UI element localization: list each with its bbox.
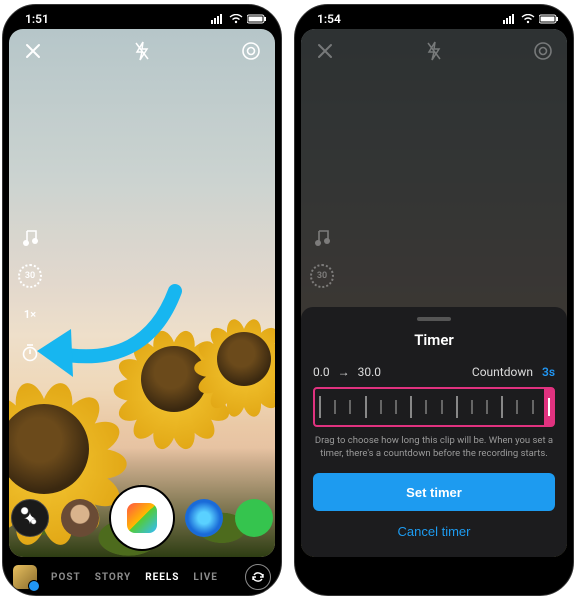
camera-viewport-dimmed: 30 1× Timer 0.0 → 30.0 Countdown 3s: [301, 29, 567, 557]
switch-camera-icon[interactable]: [245, 564, 271, 590]
speed-button[interactable]: 1×: [17, 301, 43, 327]
wifi-icon: [521, 14, 535, 24]
recent-story-avatar[interactable]: [61, 499, 99, 537]
flash-off-icon[interactable]: [128, 37, 156, 65]
reels-glyph-icon: [127, 503, 157, 533]
phone-timer-sheet: 1:54 30 1: [294, 4, 574, 596]
range-start: 0.0: [313, 365, 330, 379]
mode-nav: POST STORY REELS LIVE: [3, 559, 281, 595]
filter-chip-2[interactable]: [235, 499, 273, 537]
slider-hint: Drag to choose how long this clip will b…: [313, 435, 555, 461]
bottom-dock: ✦: [9, 487, 275, 549]
settings-icon: [529, 37, 557, 65]
audio-icon: [309, 225, 335, 251]
timer-sheet: Timer 0.0 → 30.0 Countdown 3s: [301, 307, 567, 557]
range-end: 30.0: [358, 365, 381, 379]
wifi-icon: [229, 14, 243, 24]
status-bar: 1:54: [295, 5, 573, 27]
duration-slider[interactable]: [313, 387, 555, 427]
effects-button[interactable]: ✦: [11, 499, 49, 537]
sunflower: [199, 314, 275, 404]
gallery-thumbnail[interactable]: [13, 565, 37, 589]
sheet-handle[interactable]: [417, 317, 451, 321]
clip-length-button: 30: [309, 263, 335, 289]
set-timer-button[interactable]: Set timer: [313, 473, 555, 511]
phone-reels-camera: 1:51: [2, 4, 282, 596]
signal-icon: [503, 14, 517, 24]
close-icon[interactable]: [19, 37, 47, 65]
status-bar: 1:51: [3, 5, 281, 27]
camera-viewport: 30 1× ✦₊ ✦: [9, 29, 275, 557]
mode-post[interactable]: POST: [51, 572, 81, 583]
top-controls: [311, 37, 557, 65]
status-indicators: [211, 14, 267, 24]
slider-handle[interactable]: [544, 388, 554, 426]
arrow-right-icon: →: [338, 365, 350, 379]
sheet-title: Timer: [313, 331, 555, 349]
audio-icon[interactable]: [17, 225, 43, 251]
mode-story[interactable]: STORY: [95, 572, 131, 583]
range-row: 0.0 → 30.0 Countdown 3s: [313, 365, 555, 379]
mode-live[interactable]: LIVE: [193, 572, 218, 583]
battery-icon: [539, 14, 559, 24]
countdown-value[interactable]: 3s: [542, 365, 555, 379]
mode-reels[interactable]: REELS: [145, 572, 179, 583]
battery-icon: [247, 14, 267, 24]
timer-icon[interactable]: [17, 339, 43, 365]
status-indicators: [503, 14, 559, 24]
close-icon: [311, 37, 339, 65]
top-controls: [19, 37, 265, 65]
signal-icon: [211, 14, 225, 24]
status-time: 1:51: [25, 12, 49, 26]
shutter-button[interactable]: [111, 487, 173, 549]
cancel-timer-button[interactable]: Cancel timer: [313, 519, 555, 543]
settings-icon[interactable]: [237, 37, 265, 65]
filter-chip-1[interactable]: [185, 499, 223, 537]
status-time: 1:54: [317, 12, 341, 26]
clip-length-button[interactable]: 30: [17, 263, 43, 289]
flash-off-icon: [420, 37, 448, 65]
countdown-label: Countdown: [472, 365, 533, 379]
left-tool-rail: 30 1×: [17, 225, 43, 365]
